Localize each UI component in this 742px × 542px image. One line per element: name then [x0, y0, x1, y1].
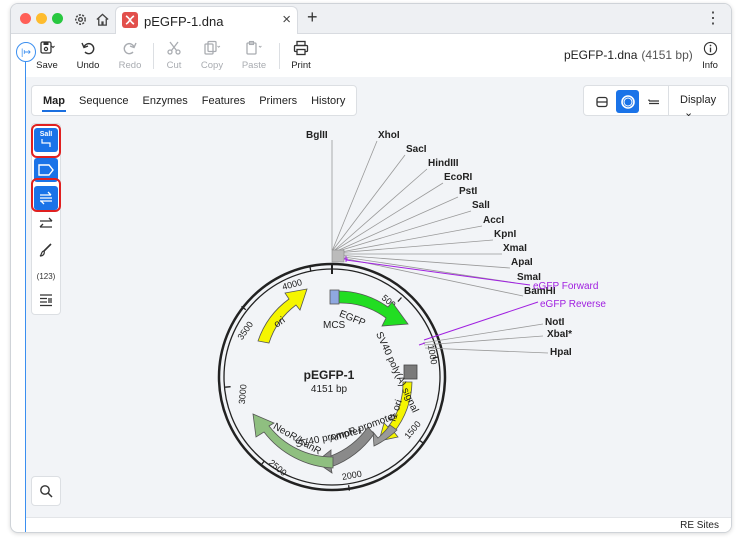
enzyme-sali[interactable]: SalI: [472, 200, 490, 211]
plasmid-length: 4151 bp: [311, 384, 348, 395]
document-filename: pEGFP-1.dna: [564, 48, 638, 62]
toolbar-divider: [279, 43, 280, 69]
enzyme-noti[interactable]: NotI: [545, 317, 565, 328]
enzyme-kpni[interactable]: KpnI: [494, 229, 516, 240]
app-logo-icon: [122, 12, 138, 28]
scissors-icon: [154, 39, 194, 57]
print-label: Print: [291, 60, 311, 71]
minimize-window-button[interactable]: [36, 13, 47, 24]
document-length: (4151 bp): [641, 48, 693, 62]
plasmid-map[interactable]: 500 1000 1500 2000 2500 3000 3500 4000 E…: [26, 77, 732, 517]
save-button[interactable]: Save: [27, 39, 67, 71]
cut-label: Cut: [166, 60, 182, 71]
map-canvas[interactable]: Map Sequence Enzymes Features Primers Hi…: [26, 77, 732, 517]
enzyme-apai[interactable]: ApaI: [511, 257, 533, 268]
paste-button[interactable]: Paste: [234, 39, 274, 71]
print-button[interactable]: Print: [281, 39, 321, 71]
paste-icon: [234, 39, 274, 57]
feature-ori[interactable]: [257, 288, 308, 344]
paste-label: Paste: [241, 60, 267, 71]
app-window: pEGFP-1.dna × + ⋮ |↦ Save Undo Redo Cut …: [10, 3, 732, 533]
feature-mcs[interactable]: [329, 289, 340, 305]
tick-label-3000: 3000: [237, 384, 249, 405]
undo-button[interactable]: Undo: [68, 39, 108, 71]
redo-button[interactable]: Redo: [110, 39, 150, 71]
enzyme-xhoi[interactable]: XhoI: [378, 130, 400, 141]
primer-egfp-forward[interactable]: eGFP Forward: [533, 281, 598, 292]
tick-label-2000: 2000: [341, 469, 362, 482]
feature-label-mcs: MCS: [323, 320, 346, 331]
copy-icon: [192, 39, 232, 57]
enzyme-psti[interactable]: PstI: [459, 186, 478, 197]
redo-label: Redo: [118, 60, 142, 71]
tick-label-1000: 1000: [426, 344, 439, 365]
save-label: Save: [36, 60, 58, 71]
title-bar: pEGFP-1.dna × + ⋮: [11, 4, 731, 34]
enzyme-xbai[interactable]: XbaI*: [547, 329, 572, 340]
re-sites-status[interactable]: RE Sites: [680, 520, 719, 531]
enzyme-hindiii[interactable]: HindIII: [428, 158, 459, 169]
tab-title: pEGFP-1.dna: [144, 14, 224, 29]
copy-button[interactable]: Copy: [192, 39, 232, 71]
zoom-window-button[interactable]: [52, 13, 63, 24]
new-tab-button[interactable]: +: [307, 7, 318, 28]
cut-button[interactable]: Cut: [154, 39, 194, 71]
undo-label: Undo: [76, 60, 100, 71]
info-button[interactable]: Info: [695, 39, 725, 71]
document-tab[interactable]: pEGFP-1.dna ×: [115, 6, 298, 34]
enzyme-ecori[interactable]: EcoRI: [444, 172, 473, 183]
enzyme-bglii[interactable]: BglII: [306, 130, 328, 141]
plasmid-name: pEGFP-1: [304, 368, 355, 382]
enzyme-acci[interactable]: AccI: [483, 215, 504, 226]
tick-label-4000: 4000: [281, 277, 303, 292]
status-bar: RE Sites: [26, 517, 731, 532]
tick-label-1500: 1500: [402, 419, 423, 441]
tab-close-button[interactable]: ×: [282, 11, 291, 28]
info-icon: [695, 39, 725, 57]
document-info: pEGFP-1.dna (4151 bp): [564, 48, 693, 62]
info-label: Info: [702, 60, 718, 71]
enzyme-xmai[interactable]: XmaI: [503, 243, 527, 254]
enzyme-hpai[interactable]: HpaI: [550, 347, 572, 358]
settings-gear-icon[interactable]: [71, 10, 89, 28]
toolbar: |↦ Save Undo Redo Cut Copy Paste Print p…: [11, 35, 731, 77]
cut-site-cluster: [331, 249, 345, 263]
more-menu-button[interactable]: ⋮: [705, 8, 721, 28]
save-icon: [27, 39, 67, 57]
copy-label: Copy: [200, 60, 224, 71]
undo-icon: [68, 39, 108, 57]
enzyme-saci[interactable]: SacI: [406, 144, 427, 155]
redo-icon: [110, 39, 150, 57]
primer-egfp-reverse[interactable]: eGFP Reverse: [540, 299, 606, 310]
close-window-button[interactable]: [20, 13, 31, 24]
home-icon[interactable]: [93, 10, 111, 28]
printer-icon: [281, 39, 321, 57]
